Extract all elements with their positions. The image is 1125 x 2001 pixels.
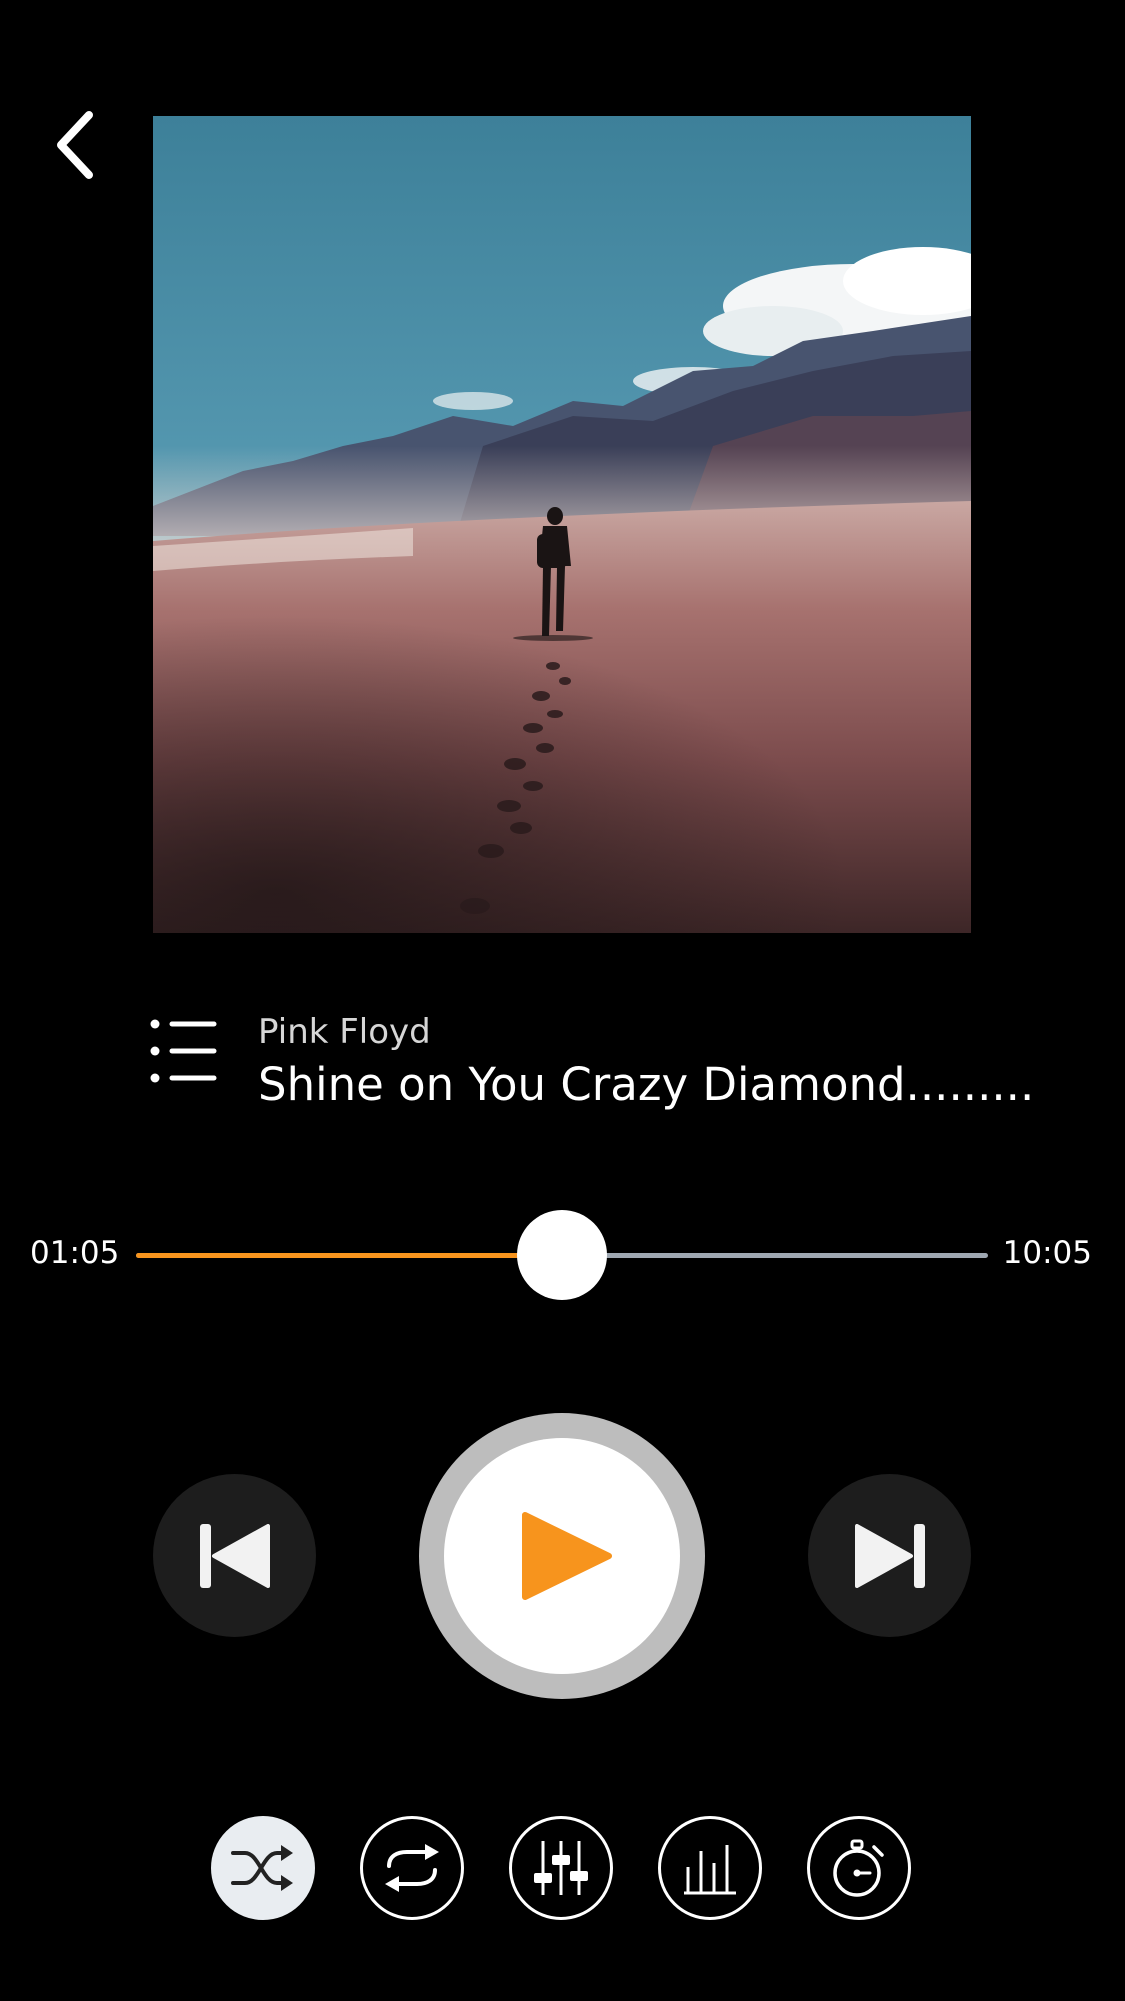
equalizer-icon [684,1845,736,1895]
playlist-button[interactable] [150,1018,220,1084]
artist-name: Pink Floyd [258,1012,431,1052]
play-button[interactable] [419,1413,705,1699]
playlist-icon [150,1019,217,1083]
repeat-button[interactable] [360,1816,464,1920]
repeat-icon [385,1844,439,1892]
skip-previous-icon [199,1523,270,1588]
song-title: Shine on You Crazy Diamond......... [258,1058,1035,1111]
seek-thumb[interactable] [517,1210,607,1300]
skip-next-icon [854,1523,925,1588]
next-button[interactable] [808,1474,971,1637]
equalizer-button[interactable] [658,1816,762,1920]
mixer-button[interactable] [509,1816,613,1920]
shuffle-icon [231,1845,293,1891]
mixer-sliders-icon [534,1841,588,1895]
chevron-left-icon [57,111,93,179]
back-button[interactable] [40,100,110,190]
total-time: 10:05 [1002,1235,1092,1271]
play-button-face [444,1438,680,1674]
timer-icon [833,1839,884,1897]
seek-bar-progress [136,1253,562,1258]
play-icon [522,1512,612,1600]
album-art [153,116,971,933]
sleep-timer-button[interactable] [807,1816,911,1920]
previous-button[interactable] [153,1474,316,1637]
shuffle-button[interactable] [211,1816,315,1920]
elapsed-time: 01:05 [30,1235,120,1271]
